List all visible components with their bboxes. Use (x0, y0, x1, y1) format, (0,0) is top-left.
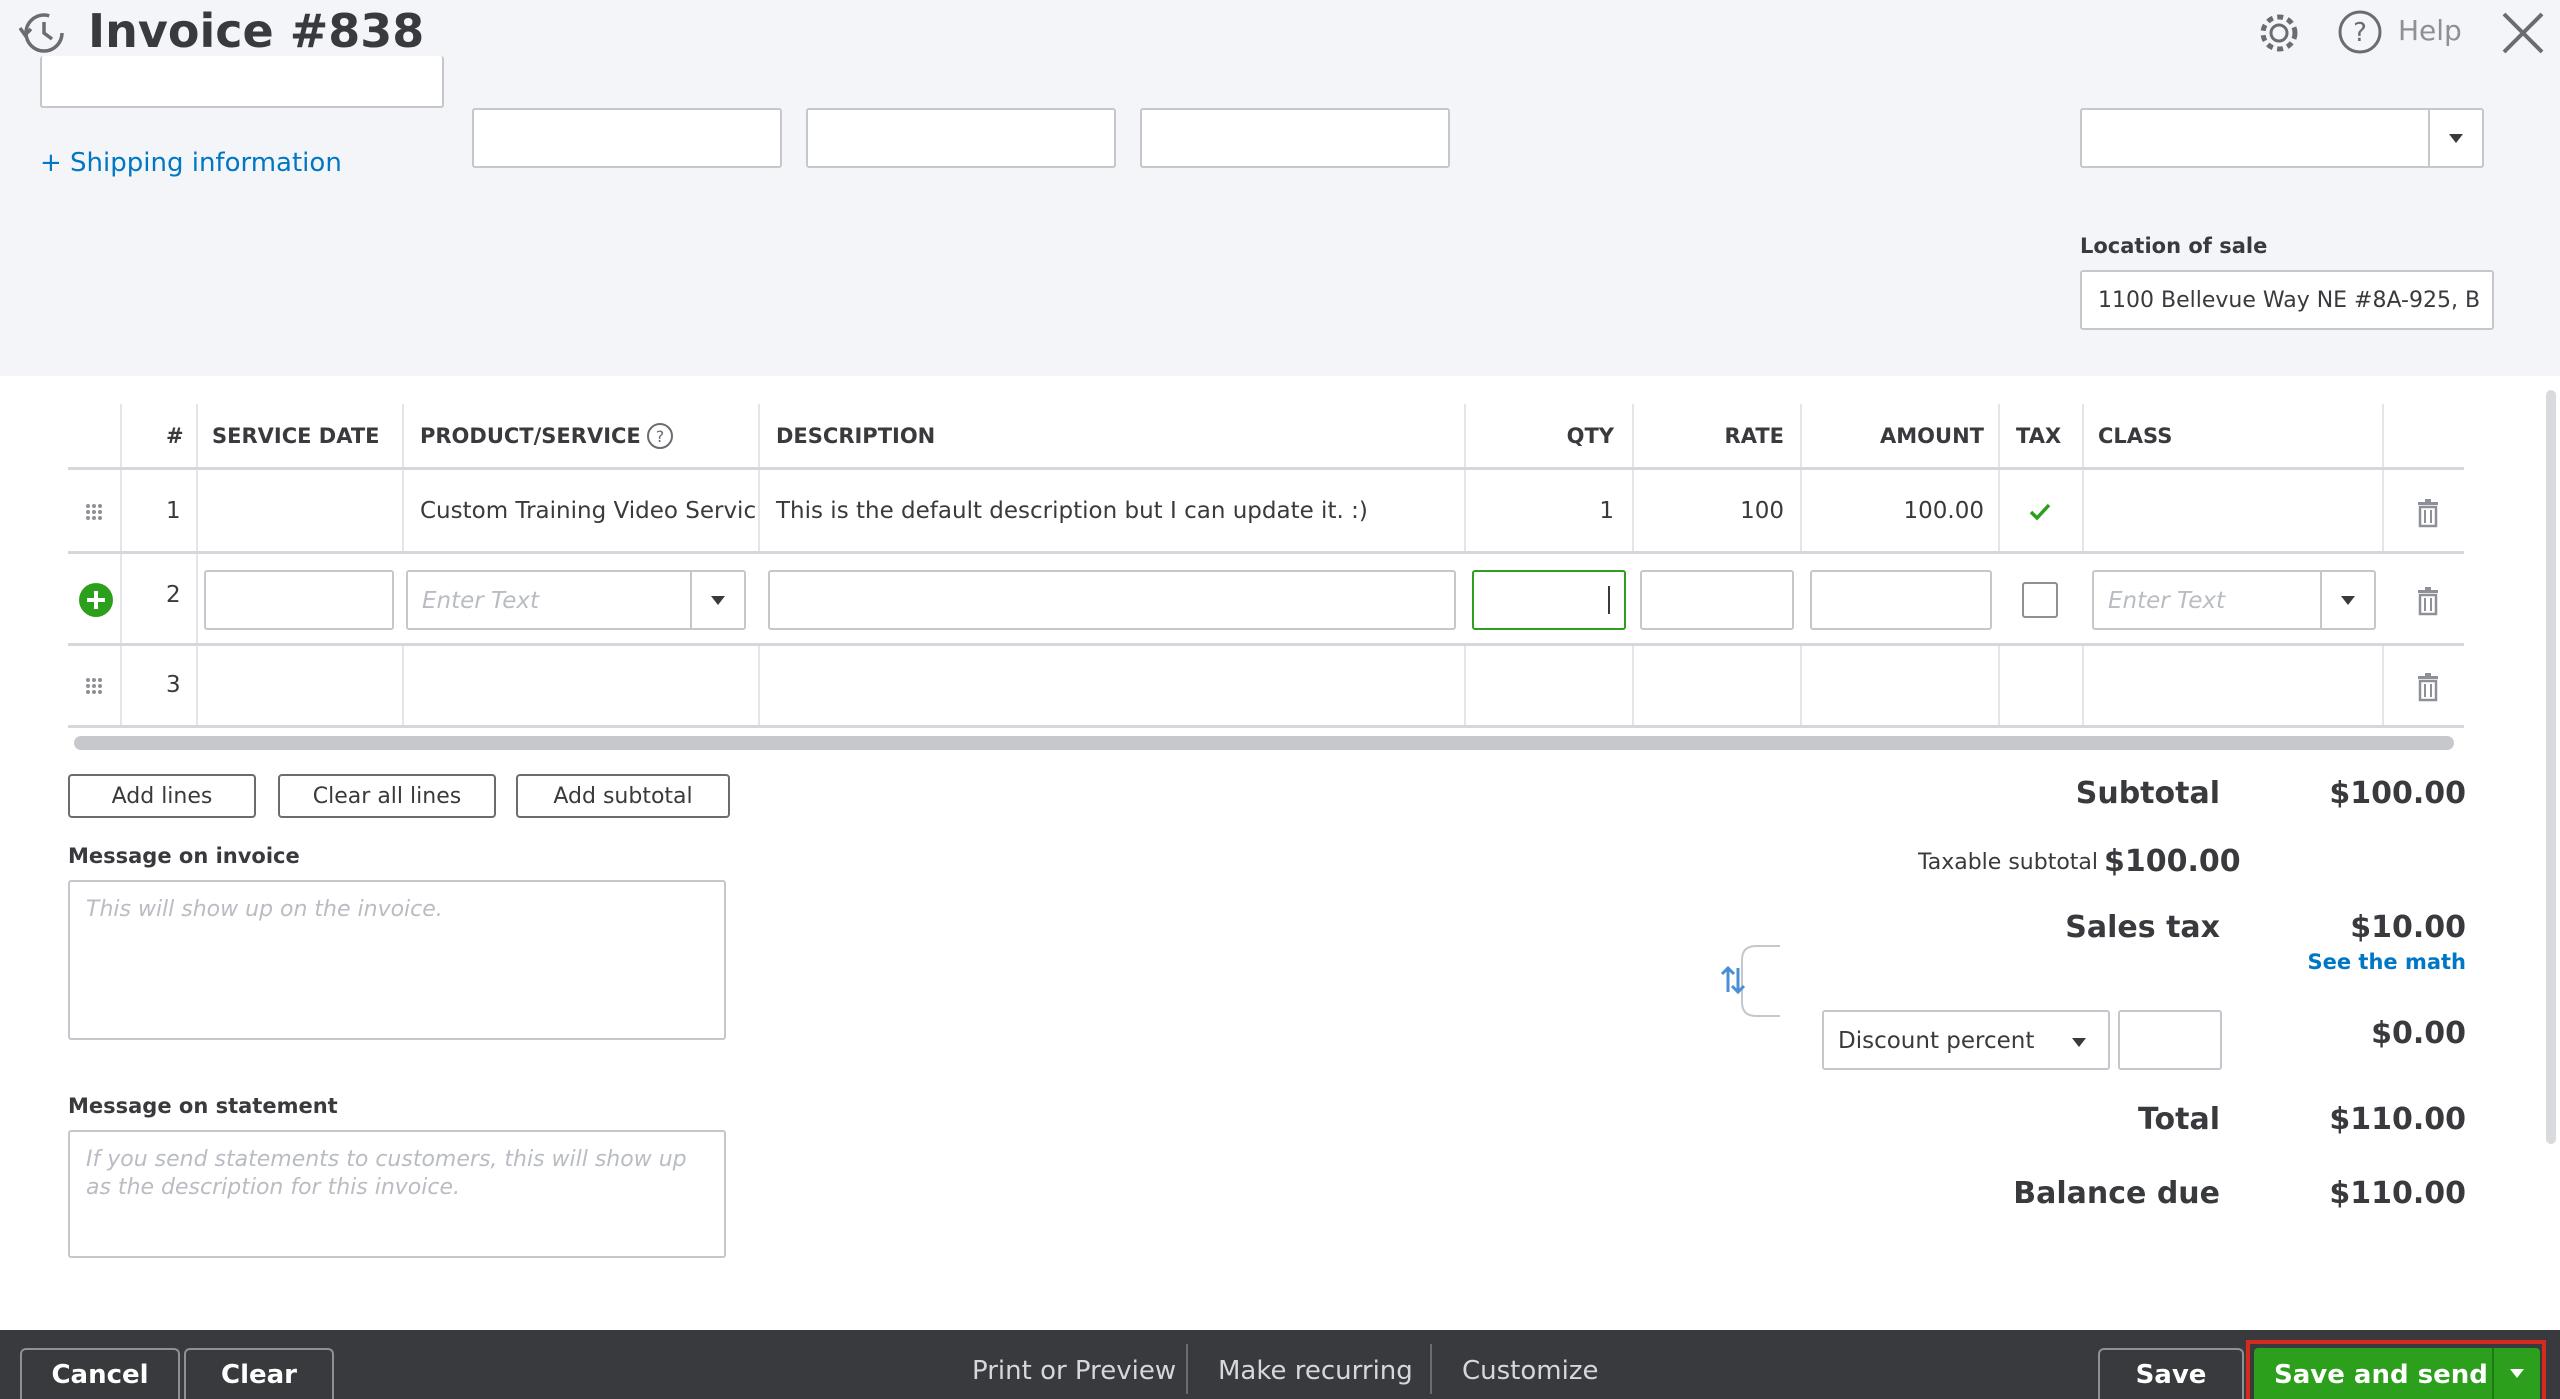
row-number: 2 (166, 582, 181, 608)
trash-icon[interactable] (2416, 498, 2440, 528)
discount-type-select[interactable]: Discount percent (1822, 1010, 2110, 1070)
help-label[interactable]: Help (2398, 14, 2462, 47)
col-header-qty: QTY (1566, 424, 1614, 448)
service-date-input[interactable] (204, 570, 394, 630)
total-label: Total (2138, 1102, 2220, 1137)
row-qty[interactable]: 1 (1464, 498, 1614, 524)
page-title: Invoice #838 (88, 4, 425, 58)
save-and-send-highlight: Save and send (2246, 1340, 2546, 1399)
make-recurring-link[interactable]: Make recurring (1218, 1356, 1413, 1386)
see-the-math-link[interactable]: See the math (2300, 950, 2466, 974)
location-of-sale-input[interactable]: 1100 Bellevue Way NE #8A-925, B (2080, 270, 2494, 330)
vertical-scrollbar[interactable] (2546, 390, 2556, 1144)
col-header-product-service: PRODUCT/SERVICE (420, 424, 641, 448)
total-value: $110.00 (2329, 1102, 2466, 1137)
col-header-description: DESCRIPTION (776, 424, 936, 448)
balance-due-label: Balance due (2013, 1176, 2220, 1211)
row-description[interactable]: This is the default description but I ca… (776, 498, 1368, 524)
date-field-2[interactable] (806, 108, 1116, 168)
subtotal-value: $100.00 (2329, 776, 2466, 811)
shipping-information-link[interactable]: + Shipping information (40, 148, 342, 178)
amount-input[interactable] (1810, 570, 1992, 630)
message-on-invoice-textarea[interactable]: This will show up on the invoice. (68, 880, 726, 1040)
print-or-preview-link[interactable]: Print or Preview (972, 1356, 1176, 1386)
taxable-subtotal-value: $100.00 (2104, 844, 2241, 879)
save-and-send-button[interactable]: Save and send (2254, 1348, 2540, 1399)
row-product[interactable]: Custom Training Video Service (420, 498, 756, 524)
table-row-editing[interactable]: 2 Enter Text Enter Text (68, 554, 2464, 646)
qty-input[interactable] (1472, 570, 1626, 630)
add-line-plus-icon[interactable] (78, 582, 114, 618)
message-on-statement-textarea[interactable]: If you send statements to customers, thi… (68, 1130, 726, 1258)
row-number: 1 (166, 498, 181, 524)
trash-icon[interactable] (2416, 672, 2440, 702)
col-header-number: # (166, 424, 184, 448)
table-row[interactable]: 3 (68, 646, 2464, 728)
table-horizontal-scrollbar[interactable] (74, 736, 2454, 750)
col-header-tax: TAX (2016, 424, 2062, 448)
col-header-amount: AMOUNT (1880, 424, 1984, 448)
gear-icon[interactable] (2254, 10, 2304, 56)
balance-due-value: $110.00 (2329, 1176, 2466, 1211)
rate-input[interactable] (1640, 570, 1794, 630)
info-help-icon[interactable]: ? (646, 422, 674, 450)
chevron-down-icon[interactable] (2428, 110, 2482, 166)
clear-all-lines-button[interactable]: Clear all lines (278, 774, 496, 818)
tax-checkbox[interactable] (2022, 582, 2058, 618)
add-lines-button[interactable]: Add lines (68, 774, 256, 818)
clear-button[interactable]: Clear (184, 1348, 334, 1399)
help-icon[interactable]: ? (2336, 8, 2384, 56)
col-header-rate: RATE (1724, 424, 1784, 448)
billing-address-field[interactable] (40, 56, 444, 108)
chevron-down-icon[interactable] (690, 572, 744, 628)
save-button[interactable]: Save (2098, 1348, 2244, 1399)
svg-text:?: ? (2353, 18, 2367, 48)
customize-link[interactable]: Customize (1462, 1356, 1598, 1386)
trash-icon[interactable] (2416, 586, 2440, 616)
close-icon[interactable] (2496, 6, 2550, 60)
description-input[interactable] (768, 570, 1456, 630)
add-subtotal-button[interactable]: Add subtotal (516, 774, 730, 818)
product-placeholder: Enter Text (422, 588, 540, 614)
discount-type-value: Discount percent (1838, 1028, 2035, 1054)
message-on-invoice-label: Message on invoice (68, 844, 300, 868)
save-and-send-label: Save and send (2274, 1360, 2488, 1390)
chevron-down-icon[interactable] (2320, 572, 2374, 628)
date-field-1[interactable] (472, 108, 782, 168)
class-combobox[interactable]: Enter Text (2092, 570, 2376, 630)
subtotal-label: Subtotal (2075, 776, 2220, 811)
svg-text:?: ? (656, 427, 665, 446)
row-number: 3 (166, 672, 181, 698)
history-icon[interactable] (14, 8, 70, 58)
cancel-button[interactable]: Cancel (20, 1348, 180, 1399)
save-and-send-dropdown[interactable] (2492, 1348, 2540, 1399)
footer-bar: Cancel Clear Print or Preview Make recur… (0, 1330, 2560, 1399)
tax-checkmark-icon[interactable] (2028, 502, 2052, 522)
row-rate[interactable]: 100 (1632, 498, 1784, 524)
terms-dropdown[interactable] (2080, 108, 2484, 168)
message-on-statement-label: Message on statement (68, 1094, 338, 1118)
col-header-service-date: SERVICE DATE (212, 424, 380, 448)
drag-handle-icon[interactable] (84, 502, 104, 522)
location-of-sale-label: Location of sale (2080, 234, 2268, 258)
swap-order-icon[interactable] (1706, 944, 1780, 1018)
class-placeholder: Enter Text (2108, 588, 2226, 614)
drag-handle-icon[interactable] (84, 676, 104, 696)
sales-tax-value: $10.00 (2350, 910, 2466, 945)
table-header: # SERVICE DATE PRODUCT/SERVICE ? DESCRIP… (68, 404, 2464, 470)
sales-tax-label: Sales tax (2065, 910, 2220, 945)
discount-amount-value: $0.00 (2371, 1016, 2466, 1051)
chevron-down-icon[interactable] (2072, 1038, 2086, 1047)
row-amount[interactable]: 100.00 (1800, 498, 1984, 524)
date-field-3[interactable] (1140, 108, 1450, 168)
col-header-class: CLASS (2098, 424, 2173, 448)
taxable-subtotal-label: Taxable subtotal (1917, 850, 2098, 875)
table-row[interactable]: 1 Custom Training Video Service This is … (68, 470, 2464, 554)
chevron-down-icon (2510, 1369, 2524, 1378)
product-service-combobox[interactable]: Enter Text (406, 570, 746, 630)
discount-value-input[interactable] (2118, 1010, 2222, 1070)
